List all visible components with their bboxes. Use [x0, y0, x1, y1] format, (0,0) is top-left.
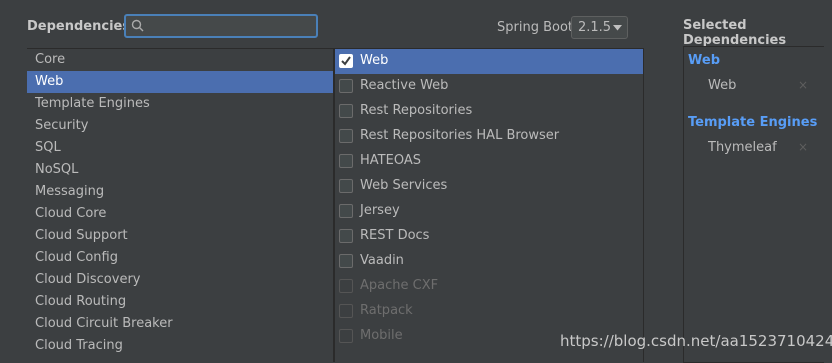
dependency-item: Apache CXF	[335, 274, 643, 299]
category-item[interactable]: Cloud Routing	[27, 291, 333, 313]
category-label: Cloud Support	[35, 228, 128, 243]
dependency-label: REST Docs	[360, 228, 430, 243]
checkbox[interactable]	[339, 179, 353, 193]
dependency-label: HATEOAS	[360, 153, 421, 168]
category-item[interactable]: Template Engines	[27, 93, 333, 115]
spring-boot-label: Spring Boot	[497, 20, 574, 35]
dependency-label: Mobile	[360, 328, 403, 343]
checkbox[interactable]	[339, 229, 353, 243]
selected-group-title: Template Engines	[688, 115, 818, 130]
selected-dependencies-title: Selected Dependencies	[683, 18, 787, 48]
dependencies-title: Dependencies	[27, 19, 131, 34]
dependency-item[interactable]: Vaadin	[335, 249, 643, 274]
selected-item: Thymeleaf	[708, 140, 777, 155]
selected-item: Web	[708, 78, 737, 93]
checkbox[interactable]	[339, 254, 353, 268]
dependency-item[interactable]: Web Services	[335, 174, 643, 199]
dependency-item[interactable]: Reactive Web	[335, 74, 643, 99]
checkbox	[339, 329, 353, 343]
search-input[interactable]	[150, 17, 314, 37]
remove-icon[interactable]: ×	[798, 78, 808, 92]
dependency-label: Ratpack	[360, 303, 413, 318]
checkbox[interactable]	[339, 79, 353, 93]
category-label: SQL	[35, 140, 61, 155]
dependency-list: Web Reactive Web Rest Repositories Rest Rep…	[334, 48, 644, 362]
dependency-item[interactable]: Jersey	[335, 199, 643, 224]
category-label: Template Engines	[35, 96, 150, 111]
dependency-item[interactable]: Web	[335, 49, 643, 74]
category-label: Web	[35, 74, 64, 89]
spring-boot-version-value: 2.1.5	[578, 20, 612, 35]
dependency-item: Ratpack	[335, 299, 643, 324]
spring-boot-version-select[interactable]: 2.1.5	[571, 16, 628, 39]
category-item[interactable]: Cloud Discovery	[27, 269, 333, 291]
category-label: NoSQL	[35, 162, 79, 177]
dependency-item[interactable]: Rest Repositories HAL Browser	[335, 124, 643, 149]
category-label: Cloud Core	[35, 206, 107, 221]
category-item[interactable]: Cloud Support	[27, 225, 333, 247]
search-field[interactable]	[124, 14, 318, 38]
category-list: Core Web Template Engines Security SQL NoSQL M…	[27, 48, 334, 362]
dependency-label: Jersey	[360, 203, 400, 218]
dependency-label: Web	[360, 53, 389, 68]
category-label: Messaging	[35, 184, 105, 199]
category-item[interactable]: Cloud Core	[27, 203, 333, 225]
checkbox	[339, 279, 353, 293]
dependency-label: Vaadin	[360, 253, 404, 268]
watermark-text: https://blog.csdn.net/aa15237104245	[560, 332, 832, 350]
dependency-item[interactable]: REST Docs	[335, 224, 643, 249]
category-item[interactable]: Cloud Circuit Breaker	[27, 313, 333, 335]
category-item[interactable]: SQL	[27, 137, 333, 159]
checkbox[interactable]	[339, 129, 353, 143]
selected-group-title: Web	[688, 53, 720, 68]
checkbox	[339, 304, 353, 318]
dependency-label: Rest Repositories HAL Browser	[360, 128, 560, 143]
category-item[interactable]: Web	[27, 71, 333, 93]
category-item[interactable]: Cloud Config	[27, 247, 333, 269]
checkbox[interactable]	[339, 54, 353, 68]
chevron-down-icon	[613, 25, 622, 31]
category-item[interactable]: Messaging	[27, 181, 333, 203]
category-label: Cloud Circuit Breaker	[35, 316, 173, 331]
category-label: Cloud Routing	[35, 294, 127, 309]
dependency-label: Rest Repositories	[360, 103, 473, 118]
checkbox[interactable]	[339, 154, 353, 168]
category-item[interactable]: Cloud Tracing	[27, 335, 333, 357]
dependency-item[interactable]: HATEOAS	[335, 149, 643, 174]
category-label: Cloud Tracing	[35, 338, 123, 353]
category-item[interactable]: NoSQL	[27, 159, 333, 181]
dependency-label: Web Services	[360, 178, 448, 193]
checkmark-icon	[341, 56, 351, 66]
category-label: Cloud Discovery	[35, 272, 141, 287]
category-label: Cloud Config	[35, 250, 118, 265]
dependency-label: Apache CXF	[360, 278, 439, 293]
selected-dependencies-panel: Web Web × Template Engines Thymeleaf ×	[683, 46, 824, 363]
remove-icon[interactable]: ×	[798, 140, 808, 154]
category-item[interactable]: Core	[27, 49, 333, 71]
checkbox[interactable]	[339, 204, 353, 218]
dependency-label: Reactive Web	[360, 78, 449, 93]
category-label: Core	[35, 52, 66, 67]
checkbox[interactable]	[339, 104, 353, 118]
category-item[interactable]: Security	[27, 115, 333, 137]
dependency-item[interactable]: Rest Repositories	[335, 99, 643, 124]
search-icon	[131, 19, 144, 32]
category-label: Security	[35, 118, 89, 133]
